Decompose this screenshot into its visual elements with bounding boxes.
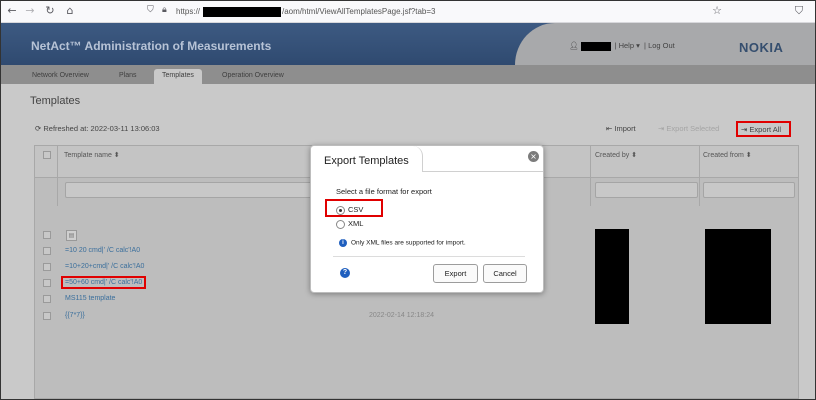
dialog-title: Export Templates — [324, 155, 409, 167]
export-all-label: Export All — [749, 125, 782, 134]
template-link[interactable]: =10+20+cmd|' /C calc'!A0 — [65, 263, 144, 270]
user-menu[interactable]: 👤︎ | Help ▾ | Log Out — [569, 41, 675, 51]
dialog-divider — [333, 256, 525, 257]
format-label: Select a file format for export — [336, 187, 432, 196]
refresh-label: Refreshed at: 2022-03-11 13:06:03 — [43, 124, 160, 133]
template-link[interactable]: =50+60 cmd|' /C calc'!A0 — [61, 276, 147, 289]
dialog-header: Export Templates × — [311, 146, 543, 172]
help-menu[interactable]: Help — [619, 41, 634, 50]
row-checkbox[interactable] — [43, 263, 51, 271]
row-checkbox[interactable] — [43, 295, 51, 303]
refresh-icon[interactable]: ⟳ — [35, 124, 41, 133]
home-icon[interactable]: ⌂ — [63, 4, 77, 18]
row-checkbox[interactable] — [43, 312, 51, 320]
import-button[interactable]: ⇤ Import — [606, 124, 636, 133]
created-by-filter[interactable] — [595, 182, 698, 198]
user-icon: 👤︎ — [569, 41, 579, 50]
tab-templates[interactable]: Templates — [154, 69, 202, 84]
export-all-icon: ⇥ — [741, 125, 748, 134]
url-path[interactable]: /aom/html/ViewAllTemplatesPage.jsf?tab=3 — [282, 7, 436, 16]
nokia-logo: NOKIA — [739, 40, 784, 55]
info-text: Only XML files are supported for import. — [351, 239, 466, 247]
import-icon: ⇤ — [606, 124, 613, 133]
reload-icon[interactable]: ↻ — [43, 4, 57, 18]
row-checkbox[interactable] — [43, 231, 51, 239]
help-icon[interactable]: ? — [340, 268, 350, 278]
template-link[interactable]: =10 20 cmd|' /C calc'!A0 — [65, 247, 140, 254]
radio-xml-control[interactable] — [336, 219, 345, 229]
redacted-created-from — [705, 229, 771, 324]
tab-plans[interactable]: Plans — [111, 69, 145, 84]
forward-arrow-icon[interactable]: → — [23, 4, 37, 18]
export-button[interactable]: Export — [433, 264, 478, 283]
refresh-status[interactable]: ⟳ Refreshed at: 2022-03-11 13:06:03 — [35, 124, 160, 133]
tabs-bar: Network Overview Plans Templates Operati… — [1, 65, 815, 84]
radio-xml[interactable]: XML — [336, 219, 363, 229]
info-icon: i — [339, 239, 347, 247]
col-divider — [699, 146, 700, 206]
pocket-icon[interactable]: ⛉ — [792, 4, 806, 18]
col-template-name[interactable]: Template name ⬍ — [64, 151, 120, 159]
redacted-host — [203, 7, 281, 17]
export-templates-dialog: Export Templates × Select a file format … — [310, 145, 544, 293]
col-divider — [57, 146, 58, 206]
url-scheme[interactable]: https:// — [176, 7, 200, 16]
export-all-button[interactable]: ⇥ Export All — [736, 121, 791, 137]
export-selected-icon: ⇥ — [658, 124, 665, 133]
radio-xml-label: XML — [348, 219, 364, 228]
import-info: i Only XML files are supported for import… — [339, 239, 466, 247]
row-checkbox[interactable] — [43, 247, 51, 255]
row-checkbox[interactable] — [43, 279, 51, 287]
file-icon: ▤ — [66, 230, 77, 241]
created-date: 2022-02-14 12:18:24 — [369, 312, 434, 319]
cancel-button[interactable]: Cancel — [483, 264, 527, 283]
logout-link[interactable]: Log Out — [648, 41, 675, 50]
redacted-username — [580, 41, 611, 51]
csv-highlight-box — [325, 199, 383, 217]
col-created-by[interactable]: Created by ⬍ — [595, 151, 637, 159]
export-selected-label: Export Selected — [666, 124, 720, 133]
close-icon[interactable]: × — [528, 151, 539, 162]
col-divider — [590, 146, 591, 206]
brand-title: NetAct™ Administration of Measurements — [31, 39, 272, 53]
lock-icon[interactable]: 🔒︎ — [162, 5, 167, 15]
redacted-created-by — [595, 229, 629, 324]
template-link[interactable]: {{7*7}} — [65, 312, 85, 319]
app-header: NetAct™ Administration of Measurements 👤… — [1, 23, 815, 65]
select-all-checkbox[interactable] — [43, 151, 51, 159]
bookmark-star-icon[interactable]: ☆ — [710, 4, 724, 18]
export-selected-button[interactable]: ⇥ Export Selected — [658, 124, 719, 133]
import-label: Import — [614, 124, 636, 133]
browser-toolbar: ← → ↻ ⌂ ⛉ 🔒︎ https:// /aom/html/ViewAllT… — [1, 1, 815, 23]
page-title: Templates — [30, 95, 81, 107]
tab-operation-overview[interactable]: Operation Overview — [214, 69, 292, 84]
col-created-from[interactable]: Created from ⬍ — [703, 151, 752, 159]
created-from-filter[interactable] — [703, 182, 795, 198]
template-link[interactable]: MS115 template — [65, 295, 115, 302]
tab-network-overview[interactable]: Network Overview — [24, 69, 97, 84]
shield-icon[interactable]: ⛉ — [147, 5, 154, 15]
back-arrow-icon[interactable]: ← — [5, 4, 19, 18]
